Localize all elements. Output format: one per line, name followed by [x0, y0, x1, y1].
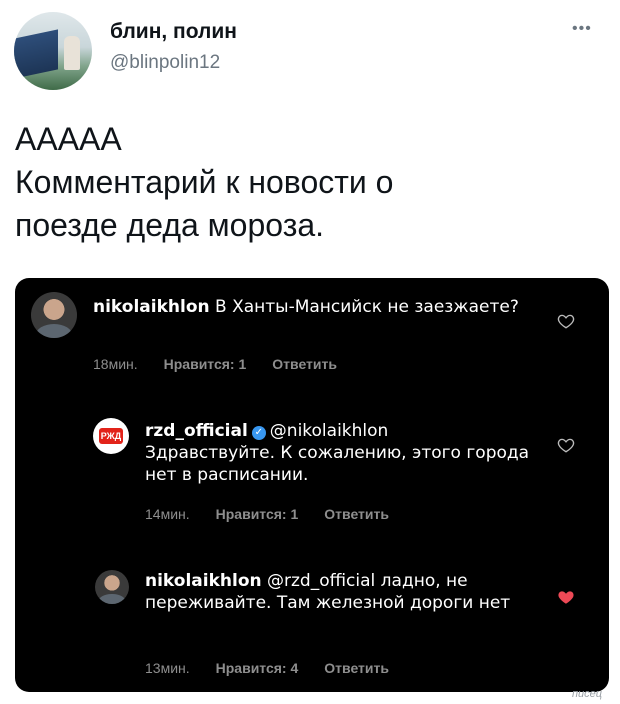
comment-time: 18мин.: [93, 356, 138, 372]
rzd-logo-icon: РЖД: [99, 428, 123, 444]
comment-mention[interactable]: @nikolaikhlon: [270, 421, 389, 441]
person-image: [64, 36, 80, 70]
comment-meta: 13мин. Нравится: 4 Ответить: [145, 660, 389, 676]
comment-screenshot: nikolaikhlon В Ханты-Мансийск не заезжае…: [15, 278, 609, 692]
train-image: [14, 29, 58, 79]
comment-body: В Ханты-Мансийск не заезжаете?: [209, 297, 519, 317]
comment-username[interactable]: nikolaikhlon: [145, 571, 262, 591]
comment-time: 13мин.: [145, 660, 190, 676]
likes-count[interactable]: Нравится: 4: [216, 660, 299, 676]
tweet-text: ААААА Комментарий к новости о поезде дед…: [15, 121, 394, 243]
heart-liked-icon[interactable]: [557, 588, 575, 606]
comment-meta: 14мин. Нравится: 1 Ответить: [145, 506, 389, 522]
comment-text: rzd_official ✓ @nikolaikhlon Здравствуйте.…: [145, 420, 545, 486]
author-name[interactable]: блин, полин: [110, 20, 237, 44]
reply-button[interactable]: Ответить: [324, 660, 389, 676]
watermark: писец: [572, 688, 603, 700]
comment-text: nikolaikhlon @rzd_official ладно, не пер…: [145, 570, 535, 614]
avatar[interactable]: [31, 292, 77, 338]
likes-count[interactable]: Нравится: 1: [216, 506, 299, 522]
comment-time: 14мин.: [145, 506, 190, 522]
comment-username[interactable]: rzd_official: [145, 421, 248, 441]
comment-text: nikolaikhlon В Ханты-Мансийск не заезжае…: [93, 296, 533, 318]
avatar[interactable]: [95, 570, 129, 604]
comment-mention[interactable]: @rzd_official: [267, 571, 375, 591]
heart-icon[interactable]: [557, 312, 575, 330]
more-horizontal-icon[interactable]: •••: [572, 20, 592, 38]
rzd-avatar[interactable]: РЖД: [93, 418, 129, 454]
verified-badge-icon: ✓: [251, 426, 266, 440]
likes-count[interactable]: Нравится: 1: [164, 356, 247, 372]
heart-icon[interactable]: [557, 436, 575, 454]
comment-body: Здравствуйте. К сожалению, этого города …: [145, 443, 530, 485]
comment-username[interactable]: nikolaikhlon: [93, 297, 210, 317]
author-avatar[interactable]: [14, 12, 92, 90]
author-handle[interactable]: @blinpolin12: [110, 52, 220, 74]
reply-button[interactable]: Ответить: [272, 356, 337, 372]
comment-meta: 18мин. Нравится: 1 Ответить: [93, 356, 337, 372]
reply-button[interactable]: Ответить: [324, 506, 389, 522]
